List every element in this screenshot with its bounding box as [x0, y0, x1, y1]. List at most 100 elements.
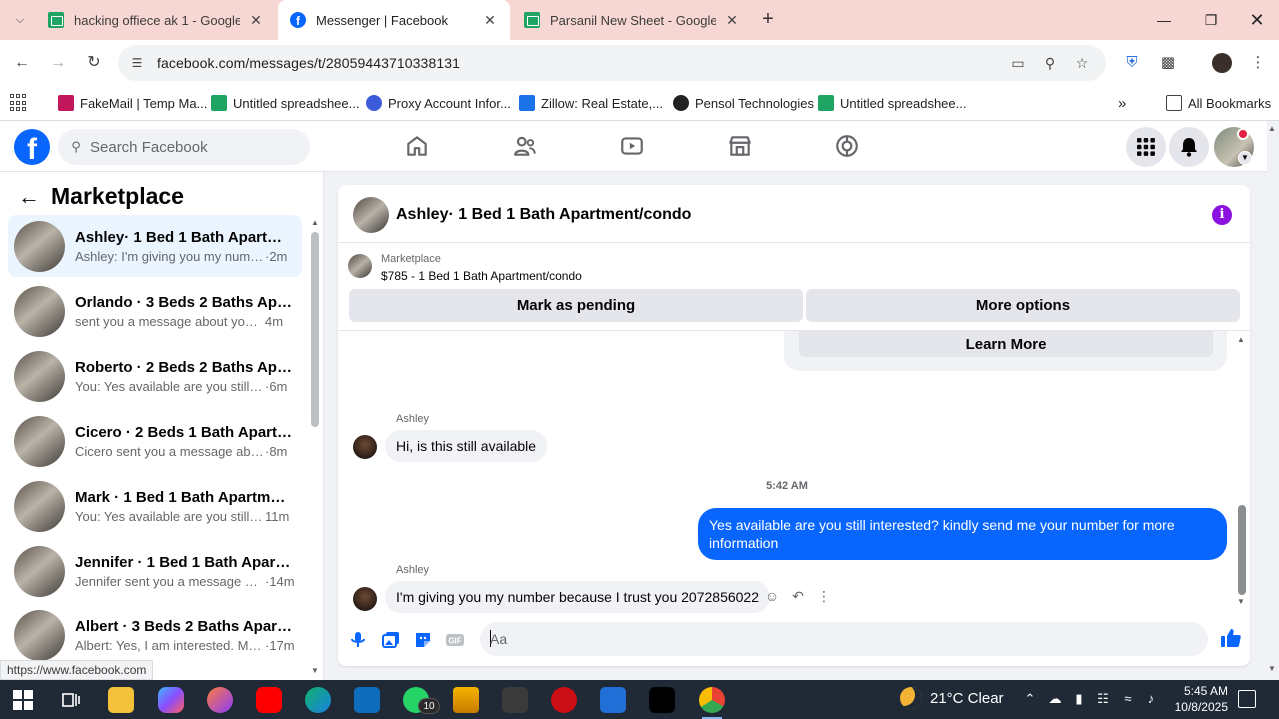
restore-icon[interactable]: ❐ — [1188, 0, 1234, 40]
settings-gear-icon[interactable] — [502, 687, 528, 713]
conversation-item[interactable]: Cicero · 2 Beds 1 Bath Apartmen... Cicer… — [8, 410, 302, 472]
thread-scrollbar[interactable] — [1238, 505, 1246, 595]
medal-app-icon[interactable] — [453, 687, 479, 713]
onedrive-cloud-icon[interactable]: ☁ — [1046, 690, 1064, 708]
microphone-icon[interactable] — [348, 630, 368, 650]
wifi-icon[interactable]: ≈ — [1119, 690, 1137, 708]
new-tab-plus-icon[interactable]: + — [756, 8, 780, 32]
tiktok-icon[interactable] — [649, 687, 675, 713]
sender-avatar[interactable] — [353, 587, 377, 611]
more-icon[interactable]: ⋮ — [815, 587, 833, 605]
facebook-search-input[interactable]: ⚲ Search Facebook — [58, 129, 310, 165]
like-thumbs-up-icon[interactable] — [1220, 627, 1242, 649]
weather-widget[interactable]: 21°C Clear — [900, 687, 1004, 709]
back-arrow-icon[interactable]: ← — [16, 184, 42, 210]
tab-google-sheets-2[interactable]: Parsanil New Sheet - Google Sh ✕ — [512, 0, 752, 40]
more-bookmarks-chevron-icon[interactable]: » — [1118, 92, 1126, 114]
home-icon[interactable] — [404, 133, 430, 159]
bookmark-pensol[interactable]: Pensol Technologies — [673, 92, 814, 114]
friends-icon[interactable] — [512, 133, 538, 159]
info-icon[interactable]: i — [1212, 205, 1232, 225]
microsoft-store-icon[interactable] — [600, 687, 626, 713]
gif-icon[interactable]: GIF — [445, 630, 465, 650]
profile-avatar[interactable] — [1210, 51, 1234, 75]
listing-thumbnail[interactable] — [348, 254, 372, 278]
edge-icon[interactable] — [305, 687, 331, 713]
install-app-icon[interactable]: ▭ — [1008, 54, 1028, 72]
zoom-icon[interactable]: ⚲ — [1040, 54, 1060, 72]
conversation-item[interactable]: Mark · 1 Bed 1 Bath Apartment/... You: Y… — [8, 475, 302, 537]
window-close-icon[interactable]: ✕ — [1234, 0, 1279, 40]
reload-icon[interactable]: ↻ — [82, 51, 106, 75]
notification-center-icon[interactable] — [1238, 690, 1256, 708]
bookmark-star-icon[interactable]: ☆ — [1072, 54, 1092, 72]
reply-icon[interactable]: ↶ — [789, 587, 807, 605]
windows-start-icon[interactable] — [10, 687, 36, 713]
chat-avatar[interactable] — [353, 197, 389, 233]
close-icon[interactable]: ✕ — [248, 12, 264, 29]
scroll-up-arrow-icon[interactable]: ▲ — [311, 218, 319, 227]
bookmark-untitled-spreadsheet-2[interactable]: Untitled spreadshee... — [818, 92, 966, 114]
back-arrow-icon[interactable]: ← — [10, 51, 34, 75]
show-hidden-icons-chevron-icon[interactable]: ⌃ — [1021, 690, 1039, 708]
marketplace-icon[interactable] — [727, 133, 753, 159]
gaming-icon[interactable] — [834, 133, 860, 159]
photo-icon[interactable] — [381, 630, 401, 650]
forward-arrow-icon[interactable]: → — [46, 51, 70, 75]
conversation-item[interactable]: Ashley· 1 Bed 1 Bath Apartment/... Ashle… — [8, 215, 302, 277]
close-icon[interactable]: ✕ — [482, 12, 498, 29]
apps-grid-icon[interactable] — [10, 94, 28, 112]
outlook-icon[interactable] — [354, 687, 380, 713]
page-scroll-up-arrow-icon[interactable]: ▲ — [1268, 124, 1276, 133]
conversation-item[interactable]: Orlando · 3 Beds 2 Baths Apart... sent y… — [8, 280, 302, 342]
listing-price[interactable]: $785 - 1 Bed 1 Bath Apartment/condo — [381, 269, 582, 283]
address-bar[interactable]: ☰ facebook.com/messages/t/28059443710338… — [118, 45, 1106, 81]
tab-google-sheets-1[interactable]: hacking offiece ak 1 - Google Sh ✕ — [36, 0, 276, 40]
mark-as-pending-button[interactable]: Mark as pending — [349, 289, 803, 322]
conversation-item[interactable]: Jennifer · 1 Bed 1 Bath Apartme... Jenni… — [8, 540, 302, 602]
message-input[interactable]: Aa — [480, 622, 1208, 656]
volume-icon[interactable]: ♪ — [1142, 690, 1160, 708]
shield-extension-icon[interactable]: ⛨ — [1120, 51, 1144, 75]
facebook-logo[interactable]: f — [14, 129, 50, 165]
react-emoji-icon[interactable]: ☺ — [763, 587, 781, 605]
bookmark-proxy-account[interactable]: Proxy Account Infor... — [366, 92, 511, 114]
system-clock[interactable]: 5:45 AM 10/8/2025 — [1168, 683, 1228, 715]
conversation-list-scrollbar[interactable] — [311, 232, 319, 427]
chevron-down-icon[interactable]: ▼ — [1238, 151, 1252, 165]
conversation-item[interactable]: Albert · 3 Beds 2 Baths Apartme... Alber… — [8, 604, 302, 666]
file-explorer-icon[interactable] — [108, 687, 134, 713]
copilot-icon[interactable] — [158, 687, 184, 713]
sticker-icon[interactable] — [413, 630, 433, 650]
scroll-up-arrow-icon[interactable]: ▲ — [1237, 335, 1245, 344]
menu-grid-icon[interactable] — [1126, 127, 1166, 167]
browser-menu-icon[interactable]: ⋮ — [1246, 51, 1270, 75]
youtube-icon[interactable] — [256, 687, 282, 713]
chrome-icon[interactable] — [699, 687, 725, 719]
task-view-icon[interactable] — [58, 687, 84, 713]
bookmark-untitled-spreadsheet-1[interactable]: Untitled spreadshee... — [211, 92, 359, 114]
app-icon[interactable] — [207, 687, 233, 713]
notifications-bell-icon[interactable] — [1169, 127, 1209, 167]
site-settings-icon[interactable]: ☰ — [128, 54, 146, 72]
minimize-icon[interactable]: — — [1141, 0, 1187, 40]
sender-avatar[interactable] — [353, 435, 377, 459]
conversation-item[interactable]: Roberto · 2 Beds 2 Baths Apart... You: Y… — [8, 345, 302, 407]
scroll-down-arrow-icon[interactable]: ▼ — [1237, 597, 1245, 606]
page-scroll-down-arrow-icon[interactable]: ▼ — [1268, 664, 1276, 673]
network-icon[interactable]: ☷ — [1094, 690, 1112, 708]
scroll-down-arrow-icon[interactable]: ▼ — [311, 666, 319, 675]
close-icon[interactable]: ✕ — [724, 12, 740, 29]
bookmark-zillow[interactable]: Zillow: Real Estate,... — [519, 92, 663, 114]
tab-search-chevron-icon[interactable]: ⌵ — [8, 8, 32, 32]
more-options-button[interactable]: More options — [806, 289, 1240, 322]
chat-title[interactable]: Ashley· 1 Bed 1 Bath Apartment/condo — [396, 206, 691, 224]
opera-icon[interactable] — [551, 687, 577, 713]
learn-more-button[interactable]: Learn More — [799, 331, 1213, 357]
bookmark-fakemail[interactable]: FakeMail | Temp Ma... — [58, 92, 207, 114]
extensions-puzzle-icon[interactable]: ▩ — [1156, 51, 1180, 75]
video-icon[interactable] — [619, 133, 645, 159]
battery-icon[interactable]: ▮ — [1070, 690, 1088, 708]
tab-messenger[interactable]: f Messenger | Facebook ✕ — [278, 0, 510, 40]
all-bookmarks[interactable]: All Bookmarks — [1166, 92, 1271, 114]
